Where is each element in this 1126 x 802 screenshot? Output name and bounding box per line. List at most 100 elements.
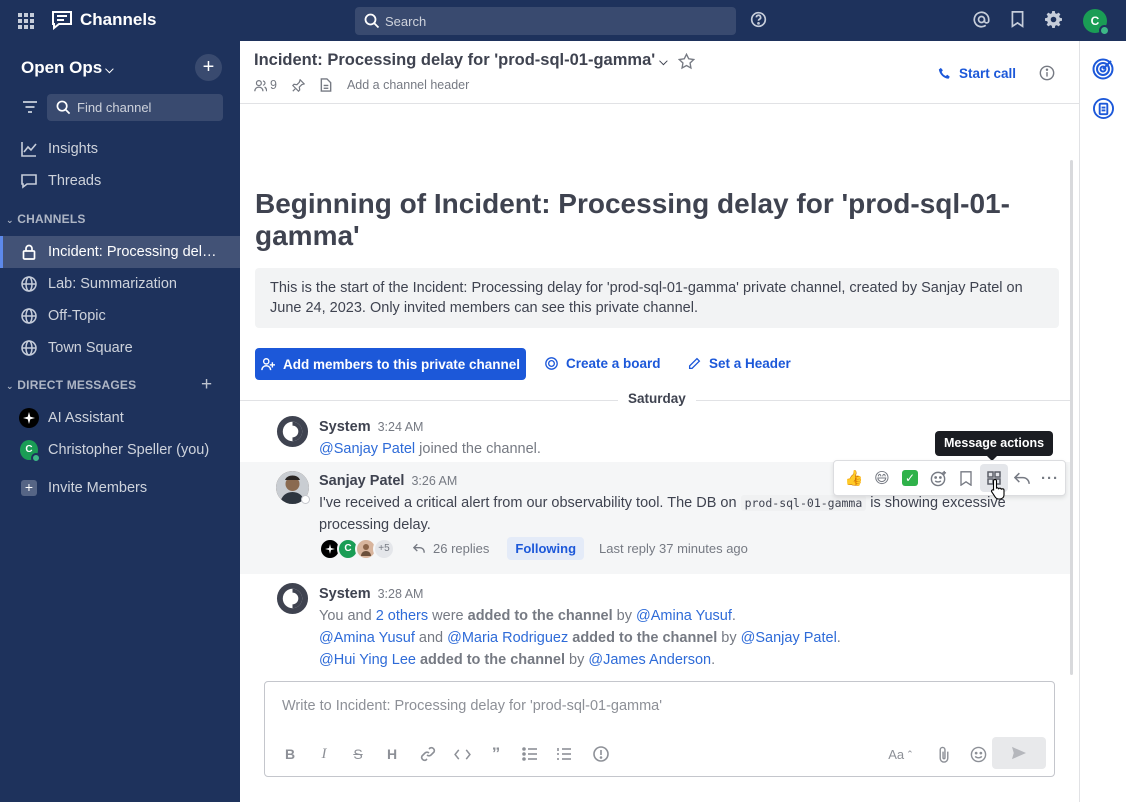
search-icon: [56, 100, 71, 115]
boards-app-button[interactable]: [1093, 98, 1114, 122]
formatting-toggle[interactable]: Aa ⌃: [885, 743, 917, 765]
author-name[interactable]: Sanjay Patel: [319, 473, 404, 489]
post-author: System 3:28 AM: [319, 586, 423, 602]
filter-unread-icon[interactable]: [22, 100, 38, 114]
sidebar-item-label: AI Assistant: [48, 410, 124, 426]
add-members-button[interactable]: Add members to this private channel: [255, 348, 526, 380]
author-name[interactable]: System: [319, 586, 371, 602]
message-text: .: [731, 608, 736, 624]
add-channel-button[interactable]: +: [195, 54, 222, 81]
reply-icon[interactable]: [1008, 464, 1036, 492]
check-mark-reaction-icon[interactable]: ✓: [896, 464, 924, 492]
set-header-button[interactable]: Set a Header: [688, 356, 791, 371]
channel-title[interactable]: Incident: Processing delay for 'prod-sql…: [254, 51, 668, 70]
mention-link[interactable]: @Amina Yusuf: [636, 608, 732, 624]
settings-gear-icon[interactable]: [1045, 11, 1062, 28]
link-icon[interactable]: [417, 743, 439, 765]
sidebar-item-ai-assistant[interactable]: AI Assistant: [0, 402, 240, 434]
message-text: added to the channel: [467, 608, 613, 624]
post-time[interactable]: 3:28 AM: [378, 587, 424, 601]
target-icon: [1092, 58, 1114, 80]
invite-members-button[interactable]: + Invite Members: [0, 472, 240, 504]
send-button[interactable]: [992, 737, 1046, 769]
mention-link[interactable]: @Maria Rodriguez: [447, 630, 568, 646]
chevron-down-icon: ⌄: [6, 215, 14, 225]
mention-link[interactable]: @Sanjay Patel: [319, 441, 415, 457]
pinned-messages-button[interactable]: [291, 78, 305, 92]
sidebar-item-label: Lab: Summarization: [48, 276, 177, 292]
sidebar-item-christopher[interactable]: C Christopher Speller (you): [0, 434, 240, 466]
following-button[interactable]: Following: [507, 537, 585, 560]
start-call-button[interactable]: Start call: [938, 66, 1016, 81]
ai-assistant-avatar: [19, 408, 39, 428]
attachment-icon[interactable]: [933, 743, 955, 765]
add-channel-header-link[interactable]: Add a channel header: [347, 78, 469, 92]
more-participants-badge[interactable]: +5: [373, 537, 395, 560]
numbered-list-icon[interactable]: [553, 743, 575, 765]
start-call-label: Start call: [959, 66, 1017, 81]
bulleted-list-icon[interactable]: [519, 743, 541, 765]
direct-messages-section-header[interactable]: ⌄ DIRECT MESSAGES: [6, 378, 136, 392]
saved-messages-icon[interactable]: [1010, 11, 1025, 28]
priority-icon[interactable]: [590, 743, 612, 765]
message-text: by: [565, 652, 589, 668]
strikethrough-icon[interactable]: S: [347, 743, 369, 765]
chevron-down-icon: ⌵: [659, 56, 668, 68]
post-message-line-2: processing delay.: [319, 517, 431, 533]
find-channel-button[interactable]: Find channel: [47, 94, 223, 121]
globe-icon: [20, 307, 38, 325]
thumbs-up-reaction-icon[interactable]: 👍: [840, 464, 868, 492]
sidebar-item-threads[interactable]: Threads: [0, 165, 240, 197]
mention-link[interactable]: @James Anderson: [588, 652, 711, 668]
product-menu-icon[interactable]: [18, 13, 34, 29]
post-author: System 3:24 AM: [319, 419, 423, 435]
sidebar-item-insights[interactable]: Insights: [0, 133, 240, 165]
add-reaction-icon[interactable]: [924, 464, 952, 492]
sidebar-item-off-topic[interactable]: Off-Topic: [0, 300, 240, 332]
sidebar-item-town-square[interactable]: Town Square: [0, 332, 240, 364]
mention-link[interactable]: @Amina Yusuf: [319, 630, 415, 646]
italic-icon[interactable]: I: [313, 743, 335, 765]
more-actions-icon[interactable]: ···: [1036, 464, 1064, 492]
channel-files-button[interactable]: [320, 78, 332, 92]
channel-title-text: Incident: Processing delay for 'prod-sql…: [254, 51, 656, 69]
message-composer[interactable]: Write to Incident: Processing delay for …: [264, 681, 1055, 777]
post-time[interactable]: 3:26 AM: [411, 474, 457, 488]
bold-icon[interactable]: B: [279, 743, 301, 765]
playbooks-app-button[interactable]: [1092, 58, 1114, 83]
channel-intro-text: This is the start of the Incident: Proce…: [255, 268, 1059, 328]
quote-icon[interactable]: ”: [485, 743, 507, 765]
search-input[interactable]: Search: [355, 7, 736, 35]
message-actions-tooltip: Message actions: [935, 431, 1054, 461]
favorite-star-icon[interactable]: [678, 53, 695, 70]
threads-icon: [20, 172, 38, 190]
user-avatar-initial: C: [1090, 14, 1100, 28]
code-icon[interactable]: [451, 743, 473, 765]
formatting-toggle-label: Aa: [888, 746, 905, 762]
save-message-icon[interactable]: [952, 464, 980, 492]
info-icon[interactable]: [1039, 65, 1055, 81]
others-link[interactable]: 2 others: [376, 608, 428, 624]
emoji-picker-icon[interactable]: [967, 743, 989, 765]
sidebar-item-label: Threads: [48, 173, 102, 189]
mention-link[interactable]: @Hui Ying Lee: [319, 652, 416, 668]
team-menu[interactable]: Open Ops ⌵: [21, 58, 114, 78]
replies-link[interactable]: 26 replies: [413, 541, 489, 556]
date-separator: Saturday: [240, 391, 1071, 409]
add-direct-message-button[interactable]: +: [201, 374, 212, 396]
mentions-icon[interactable]: [973, 11, 990, 28]
sidebar-item-lab[interactable]: Lab: Summarization: [0, 268, 240, 300]
globe-icon: [20, 339, 38, 357]
member-count-button[interactable]: 9: [254, 78, 277, 92]
help-icon[interactable]: [750, 11, 767, 28]
post-time[interactable]: 3:24 AM: [378, 420, 424, 434]
author-name[interactable]: System: [319, 419, 371, 435]
user-avatar[interactable]: C: [1083, 9, 1110, 36]
mention-link[interactable]: @Sanjay Patel: [741, 630, 837, 646]
create-board-button[interactable]: Create a board: [545, 356, 661, 371]
message-list-scrollbar[interactable]: [1070, 160, 1073, 675]
smile-reaction-icon[interactable]: 😄: [868, 464, 896, 492]
channels-section-header[interactable]: ⌄ CHANNELS: [6, 212, 86, 226]
sidebar-item-incident[interactable]: Incident: Processing delay for 'prod-sql…: [0, 236, 240, 268]
heading-icon[interactable]: H: [381, 743, 403, 765]
